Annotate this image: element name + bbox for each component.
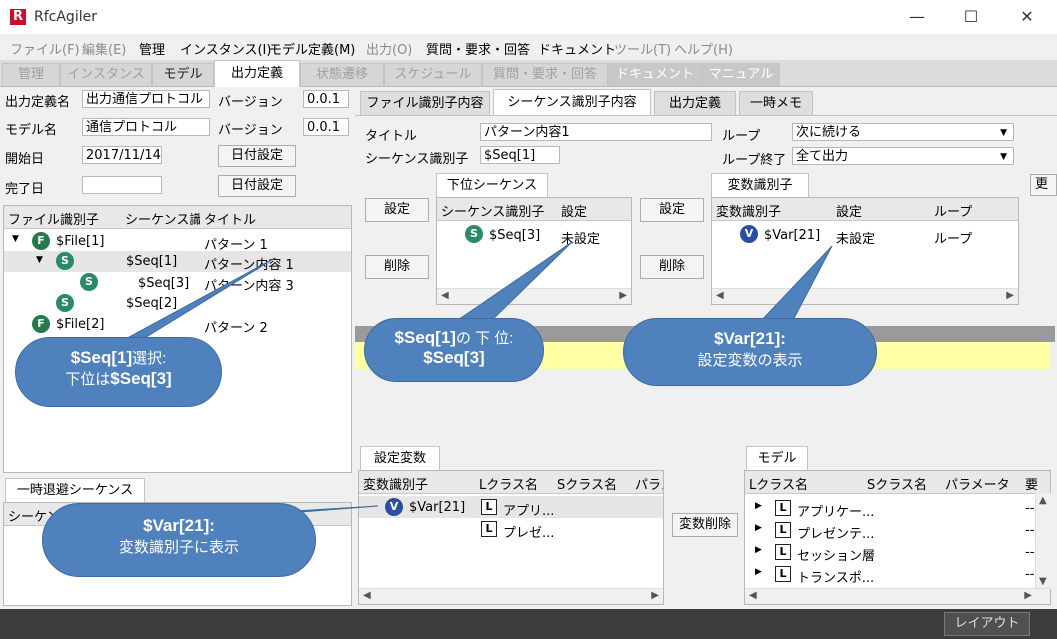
callout-sub-seq: $Seq[3] xyxy=(110,369,172,388)
callout-pointer-2 xyxy=(453,241,573,323)
callout-select-text: 選択: xyxy=(132,350,167,367)
callout-pointer-3 xyxy=(758,245,833,323)
callout-seq-id: $Seq[1] xyxy=(394,328,456,347)
callout-sub-text: 下位は xyxy=(65,371,111,388)
callout-seq-id: $Seq[1] xyxy=(70,348,133,367)
callout-var-id: $Var[21]: xyxy=(714,329,786,348)
callout-sub-sequence: $Seq[1]の 下 位: $Seq[3] xyxy=(364,318,544,382)
callout-var-text: 設定変数の表示 xyxy=(697,352,803,369)
callout-sub-label: の 下 位: xyxy=(455,330,514,347)
callout-sub-seq: $Seq[3] xyxy=(423,348,485,367)
callout-var-id: $Var[21]: 変数識別子に表示 xyxy=(42,503,316,577)
callout-var-id-desc: 変数識別子に表示 xyxy=(118,539,239,556)
callout-var-id-text: $Var[21]: xyxy=(143,516,215,535)
callout-seq-selected: $Seq[1]選択: 下位は$Seq[3] xyxy=(15,337,222,407)
callout-pointer-1 xyxy=(119,257,276,343)
callout-var-display: $Var[21]: 設定変数の表示 xyxy=(623,318,877,386)
